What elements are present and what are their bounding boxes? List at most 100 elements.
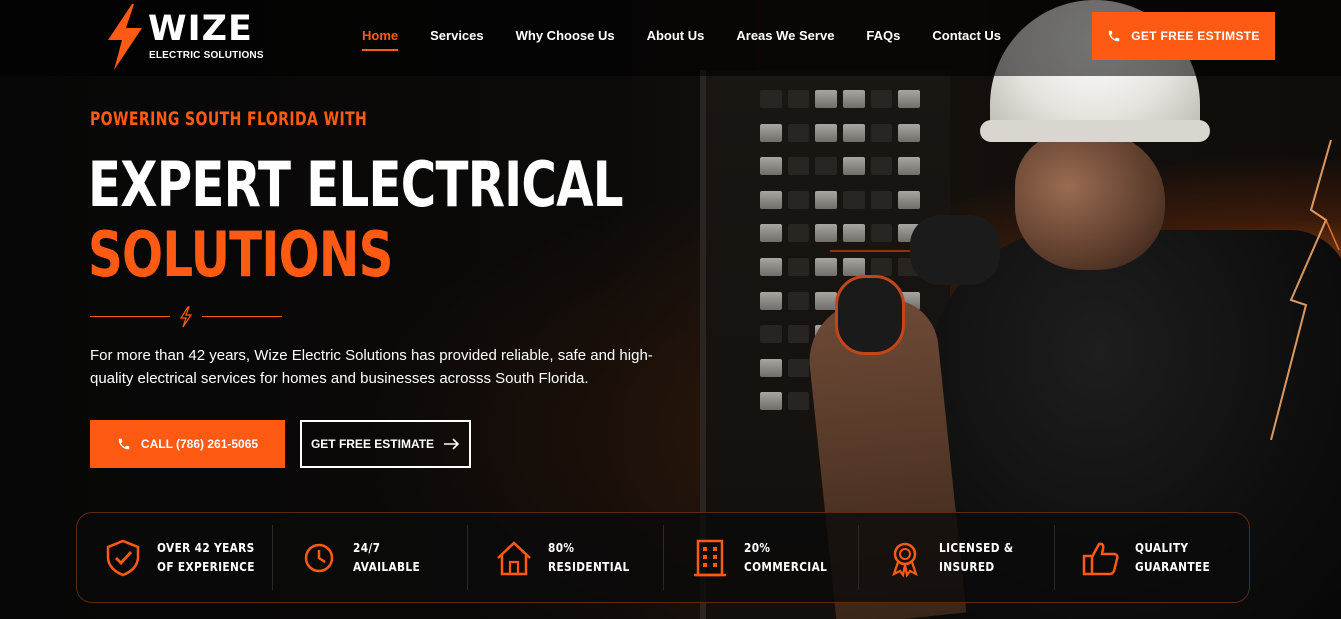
breaker-image	[815, 291, 837, 310]
breaker-image	[815, 190, 837, 209]
breaker-image	[898, 190, 920, 209]
worker-head-image	[1015, 130, 1165, 270]
breaker-image	[760, 224, 782, 243]
stat-line2: RESIDENTIAL	[548, 559, 630, 574]
breaker-image	[787, 392, 810, 411]
stat-line2: OF EXPERIENCE	[157, 559, 255, 574]
nav-item-faqs[interactable]: FAQs	[866, 28, 900, 51]
breaker-image	[870, 257, 893, 276]
breaker-image	[870, 123, 893, 142]
stat-line1: 20%	[743, 540, 770, 555]
breaker-image	[870, 224, 893, 243]
hero-headline-line2: SOLUTIONS	[88, 218, 393, 291]
clock-icon	[304, 543, 333, 572]
breaker-image	[760, 157, 782, 176]
house-icon	[497, 540, 531, 575]
breaker-image	[787, 190, 810, 209]
building-icon	[693, 539, 726, 576]
get-free-estimate-button[interactable]: GET FREE ESTIMATE	[300, 420, 471, 468]
divider-line-left	[90, 316, 170, 317]
stat-line1: QUALITY	[1134, 540, 1188, 555]
stat-line1: LICENSED &	[939, 540, 1014, 555]
stat-text: OVER 42 YEARS OF EXPERIENCE	[157, 539, 255, 577]
stat-text: 80% RESIDENTIAL	[548, 539, 630, 577]
stat-licensed: LICENSED & INSURED	[859, 525, 1055, 590]
nav-item-contact-us[interactable]: Contact Us	[932, 28, 1001, 51]
stat-availability: 24/7 AVAILABLE	[273, 525, 468, 590]
breaker-image	[787, 325, 810, 344]
stat-text: LICENSED & INSURED	[939, 539, 1013, 577]
worker-glove-image	[910, 215, 1000, 285]
breaker-image	[842, 157, 865, 176]
stat-quality: QUALITY GUARANTEE	[1055, 525, 1250, 590]
nav-item-services[interactable]: Services	[430, 28, 484, 51]
breaker-image	[787, 291, 810, 310]
shield-check-icon	[106, 539, 140, 576]
main-nav: Home Services Why Choose Us About Us Are…	[362, 28, 1033, 51]
stat-line1: OVER 42 YEARS	[157, 540, 255, 555]
hero-eyebrow: POWERING SOUTH FLORIDA WITH	[90, 108, 368, 130]
nav-item-areas-we-serve[interactable]: Areas We Serve	[736, 28, 834, 51]
stat-residential: 80% RESIDENTIAL	[468, 525, 664, 590]
breaker-image	[760, 90, 782, 108]
breaker-image	[760, 392, 782, 411]
get-free-estimate-label: GET FREE ESTIMATE	[310, 437, 435, 451]
get-free-estimate-header-button[interactable]: GET FREE ESTIMSTE	[1092, 12, 1275, 60]
breaker-image	[842, 123, 865, 142]
breaker-image	[815, 90, 837, 108]
breaker-image	[815, 123, 837, 142]
phone-icon	[1109, 30, 1120, 42]
breaker-image	[760, 358, 782, 377]
stat-line2: INSURED	[939, 559, 995, 574]
breaker-image	[898, 123, 920, 142]
brand-logo[interactable]: WIZE ELECTRIC SOLUTIONS	[104, 4, 264, 70]
stat-text: 20% COMMERCIAL	[744, 539, 827, 577]
breaker-image	[760, 291, 782, 310]
stat-line2: GUARANTEE	[1134, 559, 1210, 574]
stat-text: 24/7 AVAILABLE	[353, 539, 420, 577]
breaker-image	[815, 257, 837, 276]
breaker-image	[760, 123, 782, 142]
breaker-image	[760, 257, 782, 276]
thumbs-up-icon	[1082, 542, 1119, 575]
top-navigation-bar: WIZE ELECTRIC SOLUTIONS Home Services Wh…	[0, 0, 1341, 76]
award-badge-icon	[892, 542, 918, 578]
breaker-image	[760, 325, 782, 344]
breaker-image	[787, 224, 810, 243]
hero-description: For more than 42 years, Wize Electric So…	[90, 347, 653, 387]
breaker-image	[870, 157, 893, 176]
breaker-image	[842, 190, 865, 209]
breaker-image	[815, 157, 837, 176]
breaker-image	[787, 358, 810, 377]
call-phone-button[interactable]: CALL (786) 261-5065	[90, 420, 285, 468]
nav-item-home[interactable]: Home	[362, 28, 399, 51]
nav-item-about-us[interactable]: About Us	[647, 28, 705, 51]
breaker-image	[787, 123, 810, 142]
breaker-image	[898, 90, 920, 108]
brand-tagline: ELECTRIC SOLUTIONS	[149, 50, 264, 61]
stat-line1: 80%	[548, 540, 575, 555]
hero-headline: EXPERT ELECTRICAL SOLUTIONS	[88, 148, 624, 291]
breaker-image	[815, 224, 837, 243]
get-free-estimate-header-label: GET FREE ESTIMSTE	[1131, 29, 1260, 43]
stat-line2: COMMERCIAL	[743, 559, 827, 574]
stat-commercial: 20% COMMERCIAL	[664, 525, 859, 590]
lightning-divider-icon	[179, 306, 193, 328]
phone-icon	[118, 438, 130, 450]
wire-image	[830, 250, 910, 252]
breaker-image	[760, 190, 782, 209]
brand-name: WIZE	[148, 9, 253, 49]
lightning-logo-icon	[108, 4, 142, 70]
divider-line-right	[202, 316, 282, 317]
stat-line1: 24/7	[352, 540, 380, 555]
hero-divider	[90, 306, 282, 328]
call-phone-label: CALL (786) 261-5065	[140, 437, 259, 451]
stat-text: QUALITY GUARANTEE	[1135, 539, 1210, 577]
breaker-image	[787, 157, 810, 176]
hero-headline-line1: EXPERT ELECTRICAL	[88, 148, 624, 221]
breaker-image	[842, 257, 865, 276]
nav-item-why-choose-us[interactable]: Why Choose Us	[516, 28, 615, 51]
breaker-image	[842, 90, 865, 108]
lightning-bolt-image	[1270, 140, 1340, 440]
stats-strip: OVER 42 YEARS OF EXPERIENCE 24/7 AVAILAB…	[76, 512, 1250, 603]
